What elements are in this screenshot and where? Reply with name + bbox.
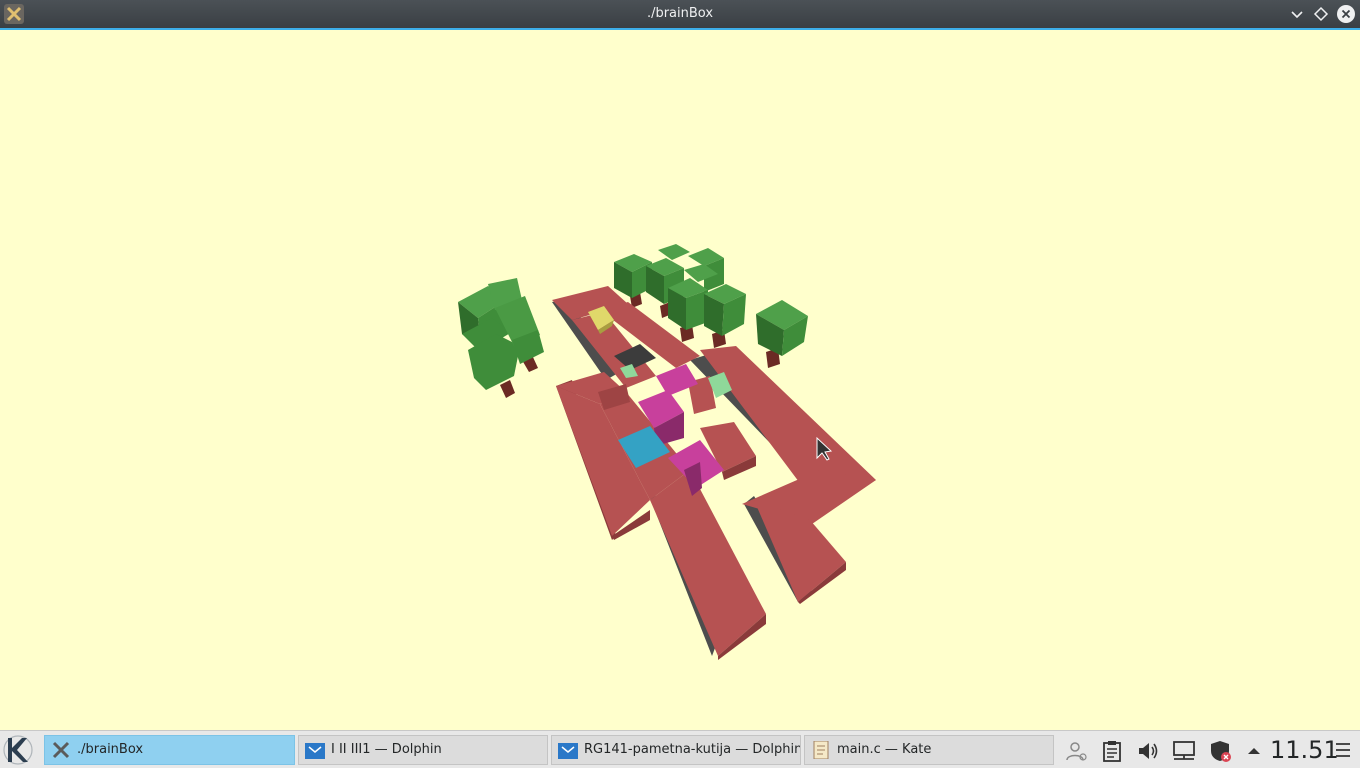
close-button[interactable] [1336,4,1356,24]
text-editor-icon [813,741,829,759]
network-icon[interactable] [1172,739,1196,763]
task-kate[interactable]: main.c — Kate [804,735,1054,765]
clipboard-icon[interactable] [1100,739,1124,763]
task-label: RG141-pametna-kutija — Dolphin [584,742,801,757]
volume-icon[interactable] [1136,739,1160,763]
tree-left [458,278,544,398]
window-title: ./brainBox [646,6,714,21]
game-scene [458,244,876,660]
user-icon[interactable] [1064,739,1088,763]
kde-launcher-icon[interactable] [2,734,34,766]
maximize-button[interactable] [1311,4,1331,24]
folder-icon [558,743,578,759]
task-label: main.c — Kate [837,742,932,757]
x-app-icon [52,741,70,759]
task-dolphin-2[interactable]: RG141-pametna-kutija — Dolphin [551,735,801,765]
game-viewport[interactable] [0,30,1360,730]
task-label: I II III1 — Dolphin [331,742,442,757]
taskbar: ./brainBox I II III1 — Dolphin RG141-pam… [0,730,1360,768]
clock[interactable]: 11.51 [1270,734,1339,766]
window-titlebar[interactable]: ./brainBox [0,0,1360,30]
security-icon[interactable] [1208,739,1232,763]
task-brainbox[interactable]: ./brainBox [44,735,295,765]
task-label: ./brainBox [77,742,144,757]
minimize-button[interactable] [1287,4,1307,24]
expand-arrow-icon[interactable] [1242,739,1266,763]
task-dolphin-1[interactable]: I II III1 — Dolphin [298,735,548,765]
panel-menu-icon[interactable] [1335,741,1351,759]
folder-icon [305,743,325,759]
